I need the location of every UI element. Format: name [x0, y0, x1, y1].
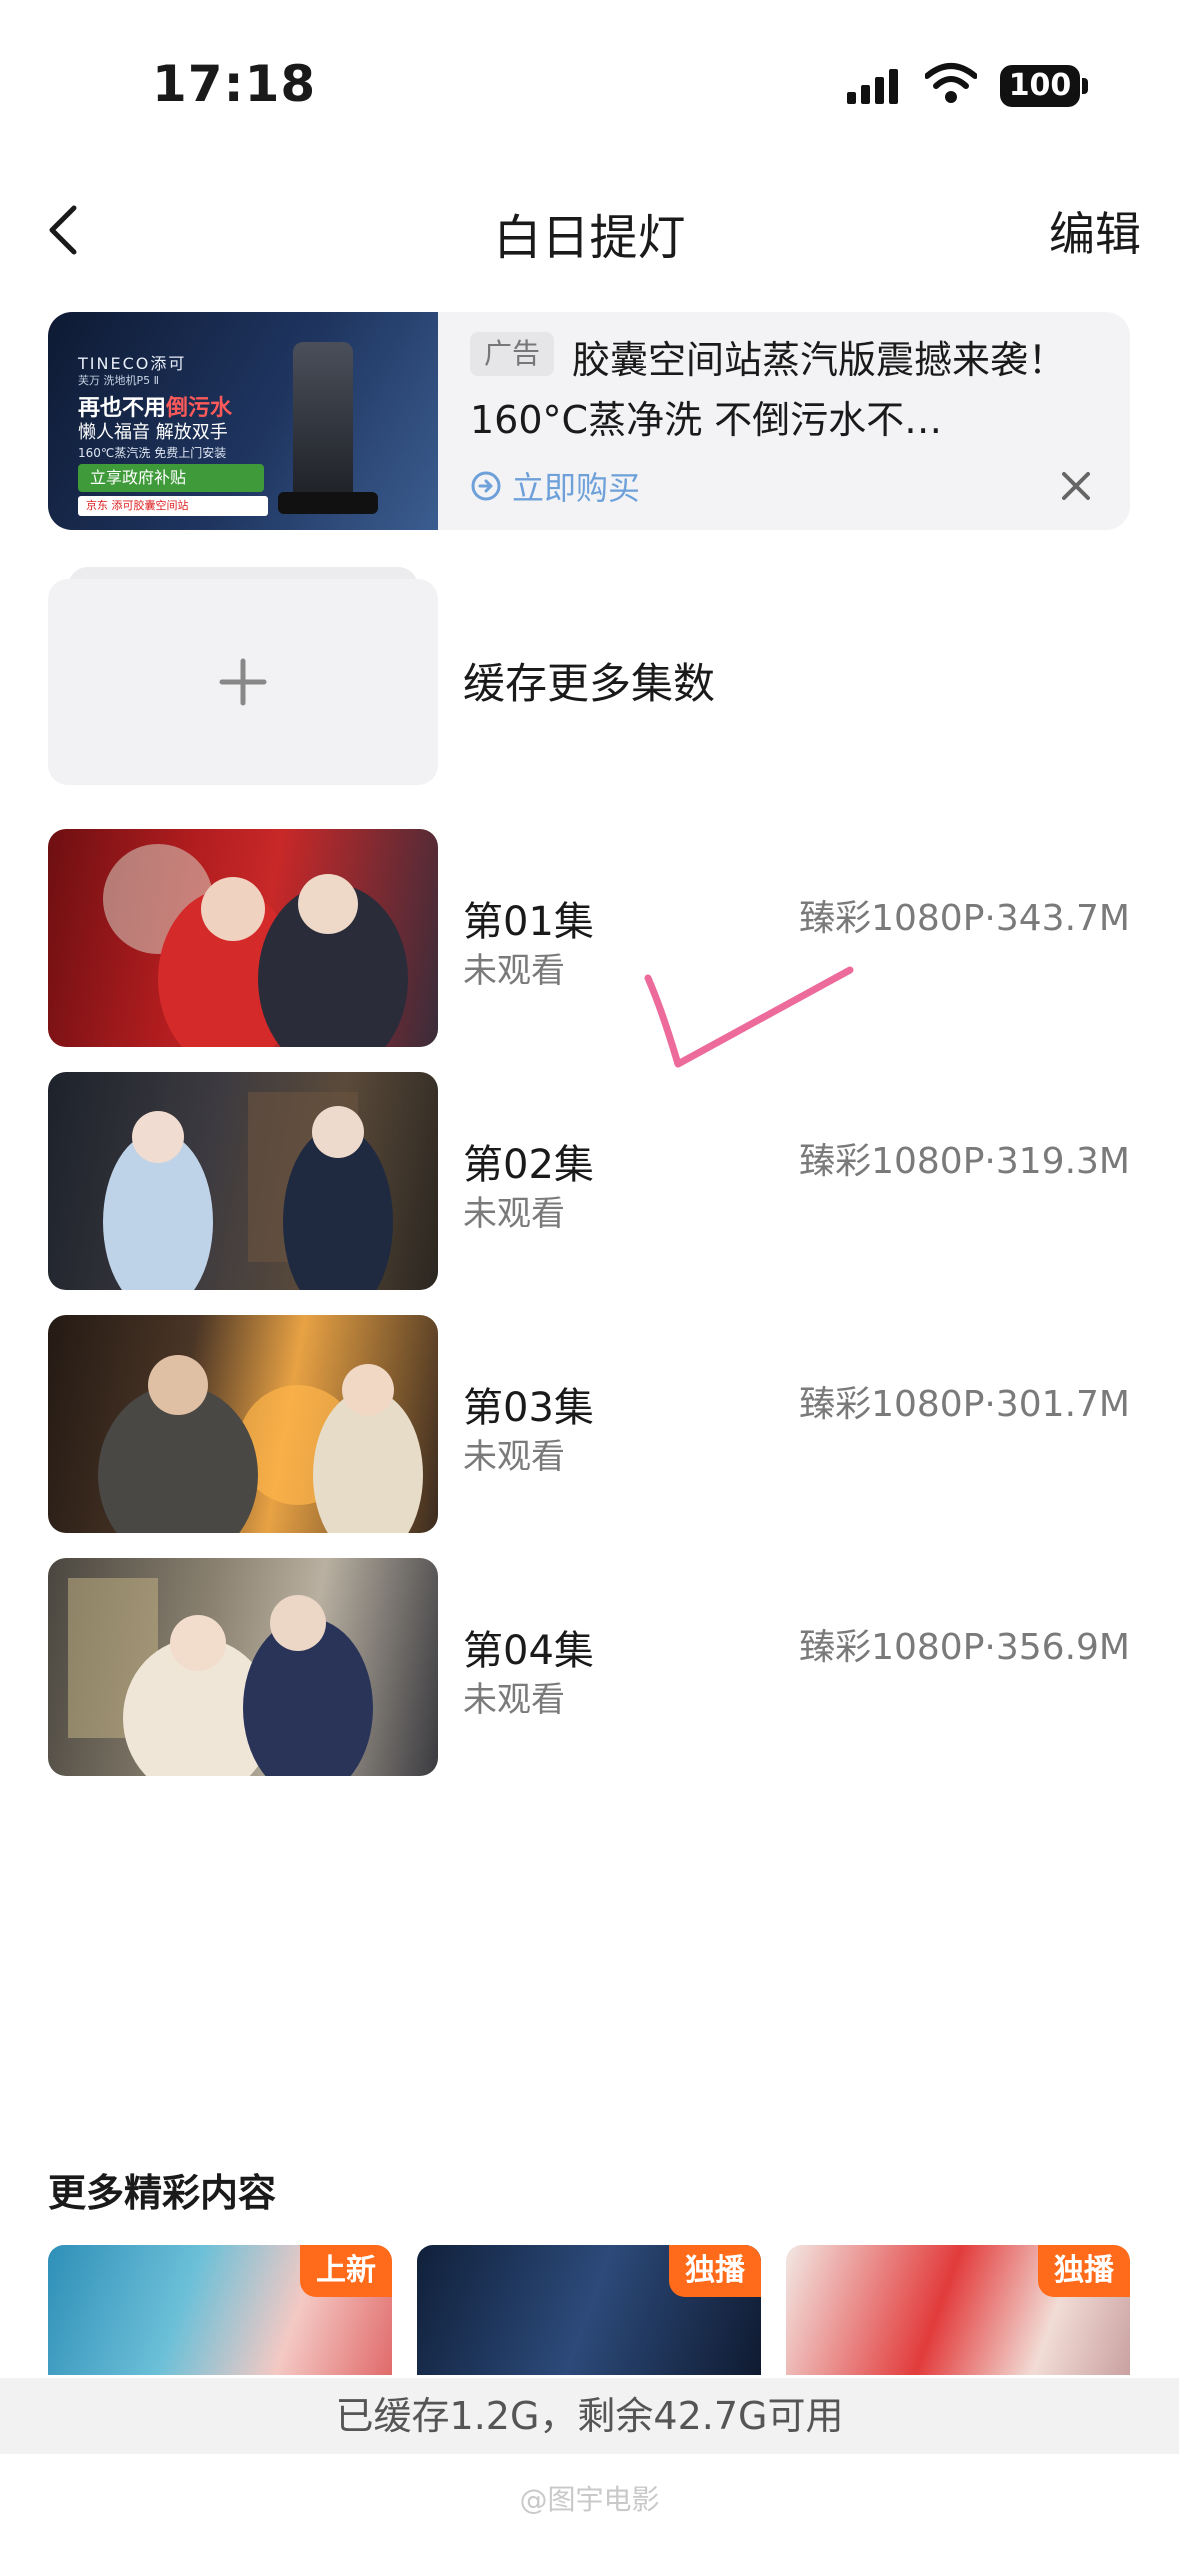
checkmark-annotation-icon — [644, 966, 854, 1068]
episode-title: 第04集 — [463, 1628, 594, 1674]
status-bar: 17:18 100 — [0, 0, 1179, 150]
episode-row[interactable]: 第03集 未观看 臻彩1080P·301.7M — [48, 1315, 1130, 1533]
buy-now-label: 立即购买 — [512, 469, 641, 507]
close-icon[interactable] — [1058, 468, 1094, 504]
page-title: 白日提灯 — [493, 210, 686, 266]
episode-meta: 臻彩1080P·301.7M — [799, 1384, 1130, 1425]
episode-row[interactable]: 第01集 未观看 臻彩1080P·343.7M — [48, 829, 1130, 1047]
ad-device — [293, 342, 353, 512]
status-time: 17:18 — [152, 55, 317, 113]
ad-subline: 懒人福音 解放双手 — [78, 422, 228, 443]
cache-more-label[interactable]: 缓存更多集数 — [463, 650, 715, 711]
thumbnail-art — [98, 1355, 423, 1533]
arrow-circle-right-icon — [471, 471, 501, 501]
thumbnail-art — [103, 844, 408, 1047]
battery-icon: 100 — [1000, 65, 1080, 107]
episode-row[interactable]: 第02集 未观看 臻彩1080P·319.3M — [48, 1072, 1130, 1290]
plus-icon — [219, 658, 267, 706]
episode-thumbnail[interactable] — [48, 1072, 438, 1290]
recommend-card[interactable]: 独播 — [786, 2245, 1130, 2375]
recommend-card[interactable]: 上新 — [48, 2245, 392, 2375]
episode-meta: 臻彩1080P·319.3M — [799, 1141, 1130, 1182]
ad-card[interactable]: TINECO添可 芙万 洗地机P5 Ⅱ 再也不用倒污水 懒人福音 解放双手 16… — [48, 312, 1130, 530]
episode-thumbnail[interactable] — [48, 829, 438, 1047]
episode-thumbnail[interactable] — [48, 1558, 438, 1776]
episode-title: 第02集 — [463, 1142, 594, 1188]
episode-title: 第01集 — [463, 899, 594, 945]
storage-status: 已缓存1.2G，剩余42.7G可用 — [0, 2378, 1179, 2454]
card-badge: 上新 — [300, 2245, 392, 2297]
episode-thumbnail[interactable] — [48, 1315, 438, 1533]
ad-tiny: 160℃蒸汽洗 免费上门安装 — [78, 446, 227, 460]
edit-button[interactable]: 编辑 — [1049, 198, 1141, 264]
ad-device-base — [278, 492, 378, 514]
ad-model: 芙万 洗地机P5 Ⅱ — [78, 374, 160, 387]
wifi-icon — [925, 63, 977, 103]
episode-row[interactable]: 第04集 未观看 臻彩1080P·356.9M — [48, 1558, 1130, 1776]
signal-icon — [847, 69, 898, 104]
ad-pill: 立享政府补贴 — [78, 464, 264, 492]
ad-image[interactable]: TINECO添可 芙万 洗地机P5 Ⅱ 再也不用倒污水 懒人福音 解放双手 16… — [48, 312, 438, 530]
recommend-card[interactable]: 独播 — [417, 2245, 761, 2375]
buy-now-link[interactable]: 立即购买 — [470, 464, 640, 508]
episode-status: 未观看 — [463, 951, 565, 991]
more-content-heading: 更多精彩内容 — [48, 2171, 277, 2215]
ad-brand: TINECO添可 — [78, 354, 187, 373]
battery-nub — [1082, 78, 1088, 94]
cache-more-button[interactable] — [48, 567, 438, 785]
episode-meta: 臻彩1080P·343.7M — [799, 898, 1130, 939]
episode-meta: 臻彩1080P·356.9M — [799, 1627, 1130, 1668]
thumbnail-art — [103, 1092, 393, 1290]
ad-shop: 京东 添可胶囊空间站 — [78, 496, 268, 516]
card-badge: 独播 — [1038, 2245, 1130, 2297]
thumbnail-art — [68, 1578, 373, 1776]
episode-status: 未观看 — [463, 1194, 565, 1234]
episode-title: 第03集 — [463, 1385, 594, 1431]
watermark: @图宇电影 — [519, 2483, 660, 2516]
episode-status: 未观看 — [463, 1680, 565, 1720]
card-badge: 独播 — [669, 2245, 761, 2297]
ad-text[interactable]: 胶囊空间站蒸汽版震撼来袭！160°C蒸净洗 不倒污水不… — [470, 330, 1110, 450]
episode-status: 未观看 — [463, 1437, 565, 1477]
